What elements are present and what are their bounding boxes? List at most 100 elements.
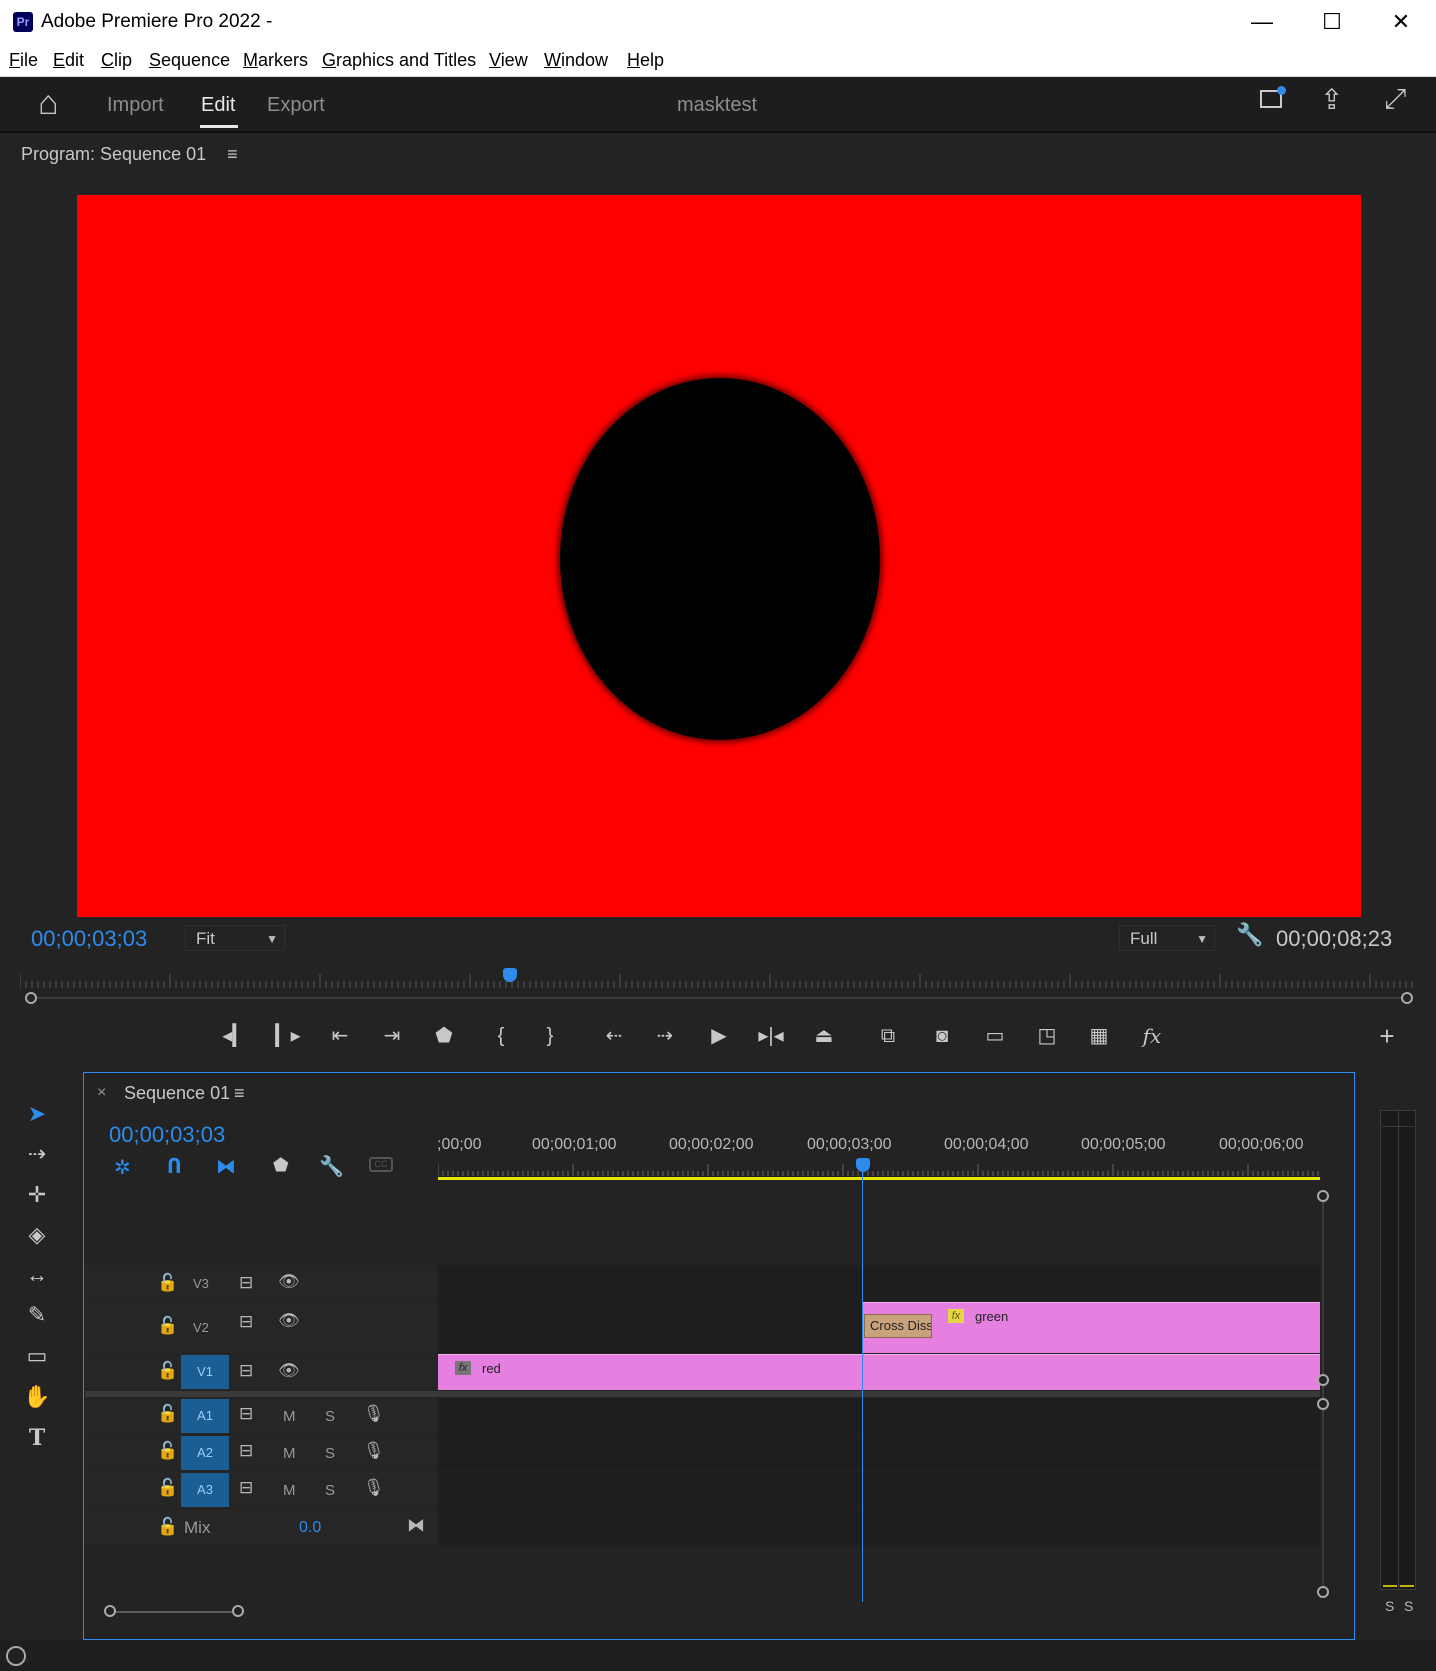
fullscreen-icon[interactable]: ⤢ — [1384, 83, 1406, 116]
export-frame-camera-icon[interactable]: ◙ — [925, 1021, 959, 1051]
program-current-timecode[interactable]: 00;00;03;03 — [31, 926, 147, 952]
rectangle-tool-icon[interactable]: ▭ — [18, 1339, 56, 1373]
eye-icon[interactable]: 👁 — [278, 1311, 300, 1331]
linked-selection-icon[interactable]: ⧓ — [216, 1154, 236, 1179]
mute-button[interactable]: M — [283, 1445, 296, 1462]
lock-icon[interactable]: 🔓 — [157, 1478, 178, 1498]
track-target-a2[interactable]: A2 — [181, 1436, 229, 1470]
menu-view[interactable]: View — [489, 50, 528, 71]
go-to-ends-icon[interactable]: ⧓ — [407, 1515, 425, 1536]
sequence-tab[interactable]: Sequence 01 — [124, 1083, 230, 1104]
lock-icon[interactable]: 🔓 — [157, 1361, 178, 1381]
safe-margins-button[interactable]: ▭ — [978, 1021, 1012, 1051]
pen-tool-icon[interactable]: ✎ — [18, 1298, 56, 1332]
play-button[interactable]: ▶ — [702, 1021, 736, 1051]
horizontal-zoom-scrollbar[interactable] — [110, 1611, 238, 1613]
slip-tool-icon[interactable]: ↔ — [18, 1258, 56, 1292]
mute-button[interactable]: M — [283, 1482, 296, 1499]
vertical-scroll-handle-top[interactable] — [1317, 1190, 1329, 1202]
sync-lock-icon[interactable]: ⊟ — [239, 1273, 253, 1293]
timeline-current-timecode[interactable]: 00;00;03;03 — [109, 1122, 225, 1148]
menu-window[interactable]: Window — [544, 50, 608, 71]
tab-export[interactable]: Export — [267, 94, 325, 117]
ripple-edit-tool-icon[interactable]: ✛ — [18, 1178, 56, 1212]
video-audio-divider[interactable] — [85, 1391, 1320, 1397]
program-panel-menu-icon[interactable]: ≡ — [227, 144, 238, 164]
work-area-bar[interactable] — [438, 1177, 1320, 1180]
monitor-time-ruler[interactable] — [20, 970, 1416, 988]
play-around-button[interactable]: ▸|◂ — [754, 1021, 788, 1051]
minimize-button[interactable]: — — [1227, 0, 1297, 44]
razor-tool-icon[interactable]: ◈ — [18, 1218, 56, 1252]
microphone-icon[interactable]: 🎙 — [363, 1404, 385, 1424]
close-sequence-tab-icon[interactable]: × — [97, 1084, 106, 1102]
share-icon[interactable]: ⇪ — [1320, 83, 1343, 116]
lock-icon[interactable]: 🔓 — [157, 1316, 178, 1336]
track-target-a1[interactable]: A1 — [181, 1399, 229, 1433]
clear-out-button[interactable]: } — [533, 1021, 567, 1051]
zoom-dropdown[interactable]: Fit ▼ — [185, 925, 285, 951]
fx-toggle-icon[interactable]: fx — [1135, 1021, 1169, 1051]
meter-solo-left[interactable]: S — [1385, 1598, 1394, 1614]
track-target-a3[interactable]: A3 — [181, 1473, 229, 1507]
add-button[interactable]: + — [1370, 1021, 1404, 1051]
transition-cross-dissolve[interactable]: Cross Diss — [864, 1314, 932, 1338]
track-lane-a1[interactable] — [438, 1398, 1320, 1434]
timeline-playhead-handle[interactable] — [856, 1158, 870, 1172]
lift-button[interactable]: ⏏ — [807, 1021, 841, 1051]
lock-icon[interactable]: 🔓 — [157, 1404, 178, 1424]
zoom-handle-left[interactable] — [104, 1605, 116, 1617]
vertical-scroll-handle-bottom[interactable] — [1317, 1374, 1329, 1386]
solo-button[interactable]: S — [325, 1445, 335, 1462]
extract-button[interactable]: ⧉ — [871, 1021, 905, 1051]
track-lane-v3[interactable] — [438, 1265, 1320, 1301]
menu-sequence[interactable]: Sequence — [149, 50, 230, 71]
eye-icon[interactable]: 👁 — [278, 1272, 300, 1292]
add-marker-icon[interactable]: ⬟ — [273, 1155, 289, 1176]
resolution-dropdown[interactable]: Full ▼ — [1119, 925, 1215, 951]
menu-file[interactable]: File — [9, 50, 38, 71]
lock-icon[interactable]: 🔓 — [157, 1441, 178, 1461]
step-forward-button[interactable]: ⇢ — [648, 1021, 682, 1051]
go-to-out-button[interactable]: ⇥ — [375, 1021, 409, 1051]
lock-icon[interactable]: 🔓 — [157, 1517, 178, 1537]
program-video-frame[interactable] — [77, 195, 1361, 917]
sync-lock-icon[interactable]: ⊟ — [239, 1361, 253, 1381]
microphone-icon[interactable]: 🎙 — [363, 1478, 385, 1498]
mix-volume-value[interactable]: 0.0 — [299, 1519, 321, 1537]
workspaces-icon[interactable] — [1260, 86, 1286, 108]
scrollbar-right-handle[interactable] — [1401, 992, 1413, 1004]
settings-wrench-icon[interactable]: 🔧 — [1236, 922, 1263, 948]
add-marker-button[interactable]: ⬟ — [427, 1021, 461, 1051]
step-back-button[interactable]: ⇠ — [597, 1021, 631, 1051]
sync-lock-icon[interactable]: ⊟ — [239, 1404, 253, 1424]
home-icon[interactable]: ⌂ — [38, 84, 59, 123]
solo-button[interactable]: S — [325, 1482, 335, 1499]
audio-scroll-handle-top[interactable] — [1317, 1398, 1329, 1410]
microphone-icon[interactable]: 🎙 — [363, 1441, 385, 1461]
menu-help[interactable]: Help — [627, 50, 664, 71]
track-lane-a2[interactable] — [438, 1435, 1320, 1471]
vertical-scrollbar-track[interactable] — [1322, 1196, 1324, 1596]
nest-toggle-icon[interactable]: ✲ — [114, 1155, 131, 1180]
sync-lock-icon[interactable]: ⊟ — [239, 1441, 253, 1461]
menu-graphics-and-titles[interactable]: Graphics and Titles — [322, 50, 476, 71]
track-select-tool-icon[interactable]: ⇢ — [18, 1137, 56, 1171]
scrollbar-left-handle[interactable] — [25, 992, 37, 1004]
snap-magnet-icon[interactable]: Ո — [167, 1154, 182, 1179]
monitor-zoom-scrollbar[interactable] — [30, 997, 1410, 999]
meter-solo-right[interactable]: S — [1404, 1598, 1413, 1614]
track-target-v1[interactable]: V1 — [181, 1355, 229, 1389]
tab-edit[interactable]: Edit — [201, 94, 235, 117]
creative-cloud-icon[interactable] — [6, 1646, 26, 1666]
hand-tool-icon[interactable]: ✋ — [18, 1380, 56, 1414]
monitor-playhead[interactable] — [503, 968, 517, 982]
eye-icon[interactable]: 👁 — [278, 1361, 300, 1381]
timeline-settings-wrench-icon[interactable]: 🔧 — [319, 1154, 344, 1179]
sequence-panel-menu-icon[interactable]: ≡ — [234, 1083, 245, 1104]
comparison-view-button[interactable]: ◳ — [1030, 1021, 1064, 1051]
multi-camera-button[interactable]: ▦ — [1082, 1021, 1116, 1051]
type-tool-icon[interactable]: T — [18, 1421, 56, 1455]
track-lane-a3[interactable] — [438, 1472, 1320, 1508]
zoom-handle-right[interactable] — [232, 1605, 244, 1617]
